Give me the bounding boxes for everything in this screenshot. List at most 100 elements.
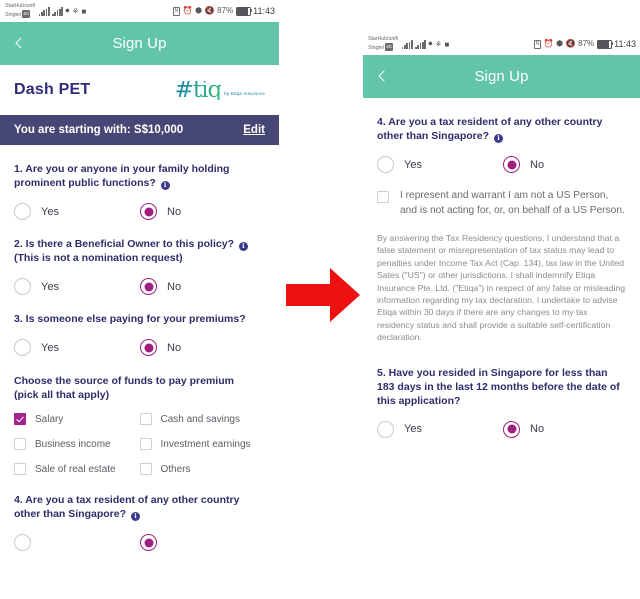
us-person-declaration-label: I represent and warrant I am not a US Pe… xyxy=(400,190,625,216)
radio-no[interactable] xyxy=(140,278,157,295)
radio-option-no[interactable]: No xyxy=(140,339,181,356)
back-button[interactable] xyxy=(13,37,27,51)
radio-option-no[interactable]: No xyxy=(503,420,545,438)
radio-label-no: No xyxy=(167,341,182,354)
radio-label-yes: Yes xyxy=(404,158,422,171)
radio-option-yes[interactable]: Yes xyxy=(377,420,503,438)
alarm-icon: ⏰ xyxy=(543,39,554,48)
alarm-icon: ⏰ xyxy=(182,6,193,15)
radio-option-yes[interactable]: Yes xyxy=(14,278,140,295)
radio-no[interactable] xyxy=(140,534,157,551)
app-header-right: Sign Up xyxy=(363,55,640,98)
info-icon[interactable]: i xyxy=(160,181,170,190)
source-of-funds-heading: Choose the source of funds to pay premiu… xyxy=(14,375,234,401)
radio-yes[interactable] xyxy=(14,278,31,295)
checkbox-others[interactable] xyxy=(139,463,152,475)
radio-option-yes[interactable] xyxy=(14,534,140,551)
checkbox-item-investment-earnings[interactable]: Investment earnings xyxy=(139,438,266,450)
checkbox-item-cash-and-savings[interactable]: Cash and savings xyxy=(139,413,266,425)
checkbox-label-salary: Salary xyxy=(35,413,64,425)
status-bar-clock: 11:43 xyxy=(253,6,275,16)
carrier-line-2: Singtel xyxy=(368,45,384,51)
info-icon[interactable]: i xyxy=(130,512,140,521)
radio-no[interactable] xyxy=(503,420,520,438)
radio-no[interactable] xyxy=(503,156,520,173)
sim-tag: 4G xyxy=(384,43,394,51)
checkbox-us-person-declaration[interactable] xyxy=(377,191,389,203)
sd-card-icon: ■ xyxy=(81,7,87,16)
back-button[interactable] xyxy=(376,70,390,84)
wifi-icon: ⏺ xyxy=(428,39,433,48)
radio-option-no[interactable]: No xyxy=(140,203,181,220)
sd-card-icon: ■ xyxy=(444,40,450,49)
vibrate-icon: ⚘ xyxy=(71,7,79,16)
radio-option-no[interactable]: No xyxy=(140,278,181,295)
radio-yes[interactable] xyxy=(377,156,394,173)
radio-label-no: No xyxy=(530,158,545,171)
question-1-options: Yes No xyxy=(14,203,265,220)
vibrate-icon: ⚘ xyxy=(434,40,442,49)
app-header-left: Sign Up xyxy=(0,22,279,65)
mute-icon: 🔇 xyxy=(565,39,576,48)
question-2-text: 2. Is there a Beneficial Owner to this p… xyxy=(14,237,265,265)
checkbox-item-others[interactable]: Others xyxy=(139,463,266,475)
tax-residency-legal-text: By answering the Tax Residency questions… xyxy=(377,233,626,343)
checkbox-investment-earnings[interactable] xyxy=(139,438,152,450)
radio-yes[interactable] xyxy=(14,534,31,551)
checkbox-label-business-income: Business income xyxy=(35,438,111,450)
question-5-options: Yes No xyxy=(377,420,626,438)
status-bar-right-icons: N ⏰ ⬢ 🔇 87% 11:43 xyxy=(172,6,275,16)
checkbox-cash-and-savings[interactable] xyxy=(139,413,152,425)
radio-no[interactable] xyxy=(140,339,157,356)
form-body-left: 1. Are you or anyone in your family hold… xyxy=(0,162,279,551)
form-body-right: 4. Are you a tax resident of any other c… xyxy=(363,115,640,438)
edit-amount-button[interactable]: Edit xyxy=(243,124,265,136)
checkbox-item-sale-of-real-estate[interactable]: Sale of real estate xyxy=(14,463,140,475)
radio-option-yes[interactable]: Yes xyxy=(14,339,140,356)
radio-label-no: No xyxy=(167,280,182,293)
nfc-icon: N xyxy=(172,6,181,16)
radio-yes[interactable] xyxy=(14,339,31,356)
carrier-labels: StarHub/unifi Singtel 4G xyxy=(5,3,35,20)
radio-yes[interactable] xyxy=(377,420,394,438)
radio-label-yes: Yes xyxy=(404,423,422,436)
phone-screen-left: StarHub/unifi Singtel 4G ⏺ ⚘ ■ N ⏰ ⬢ 🔇 87… xyxy=(0,0,279,599)
us-person-declaration-row[interactable]: I represent and warrant I am not a US Pe… xyxy=(377,189,626,218)
checkbox-item-salary[interactable]: Salary xyxy=(14,413,140,425)
question-3-text: 3. Is someone else paying for your premi… xyxy=(14,313,246,325)
radio-label-yes: Yes xyxy=(41,341,59,354)
question-4-options xyxy=(14,534,265,551)
status-bar-signal-icons: ⏺ ⚘ ■ xyxy=(401,39,450,49)
product-name: Dash PET xyxy=(14,81,91,98)
battery-icon xyxy=(235,6,253,16)
page-title: Sign Up xyxy=(474,68,529,85)
radio-no[interactable] xyxy=(140,203,157,220)
tiq-logo-mark: #tiq xyxy=(174,76,223,103)
question-4-text: 4. Are you a tax resident of any other c… xyxy=(377,116,603,143)
radio-option-no[interactable]: No xyxy=(503,156,544,173)
info-icon[interactable]: i xyxy=(493,134,503,143)
radio-option-no[interactable] xyxy=(140,534,157,551)
bluetooth-icon: ⬢ xyxy=(195,6,203,15)
carrier-line-1: StarHub/unifi xyxy=(368,35,398,42)
signal-bars-sim2 xyxy=(52,7,63,16)
radio-option-yes[interactable]: Yes xyxy=(14,203,140,220)
radio-yes[interactable] xyxy=(14,203,31,220)
status-bar-right: StarHub/unifi Singtel 4G ⏺ ⚘ ■ N ⏰ ⬢ 🔇 87… xyxy=(363,33,640,55)
info-icon[interactable]: i xyxy=(238,242,248,251)
signal-bars-sim2 xyxy=(415,40,426,49)
radio-label-no: No xyxy=(530,423,545,436)
checkbox-item-business-income[interactable]: Business income xyxy=(14,438,140,450)
carrier-line-2: Singtel xyxy=(5,12,21,18)
radio-option-yes[interactable]: Yes xyxy=(377,156,503,173)
nfc-icon: N xyxy=(533,39,542,49)
question-2-subtext: (This is not a nomination request) xyxy=(14,252,183,264)
checkbox-sale-of-real-estate[interactable] xyxy=(14,463,26,475)
question-5-text: 5. Have you resided in Singapore for les… xyxy=(377,366,620,407)
checkbox-business-income[interactable] xyxy=(14,438,26,450)
carrier-line-1: StarHub/unifi xyxy=(5,2,35,9)
sim-tag: 4G xyxy=(21,10,31,18)
battery-percent: 87% xyxy=(217,6,234,15)
checkbox-salary[interactable] xyxy=(14,413,26,425)
carrier-labels: StarHub/unifi Singtel 4G xyxy=(368,36,398,53)
